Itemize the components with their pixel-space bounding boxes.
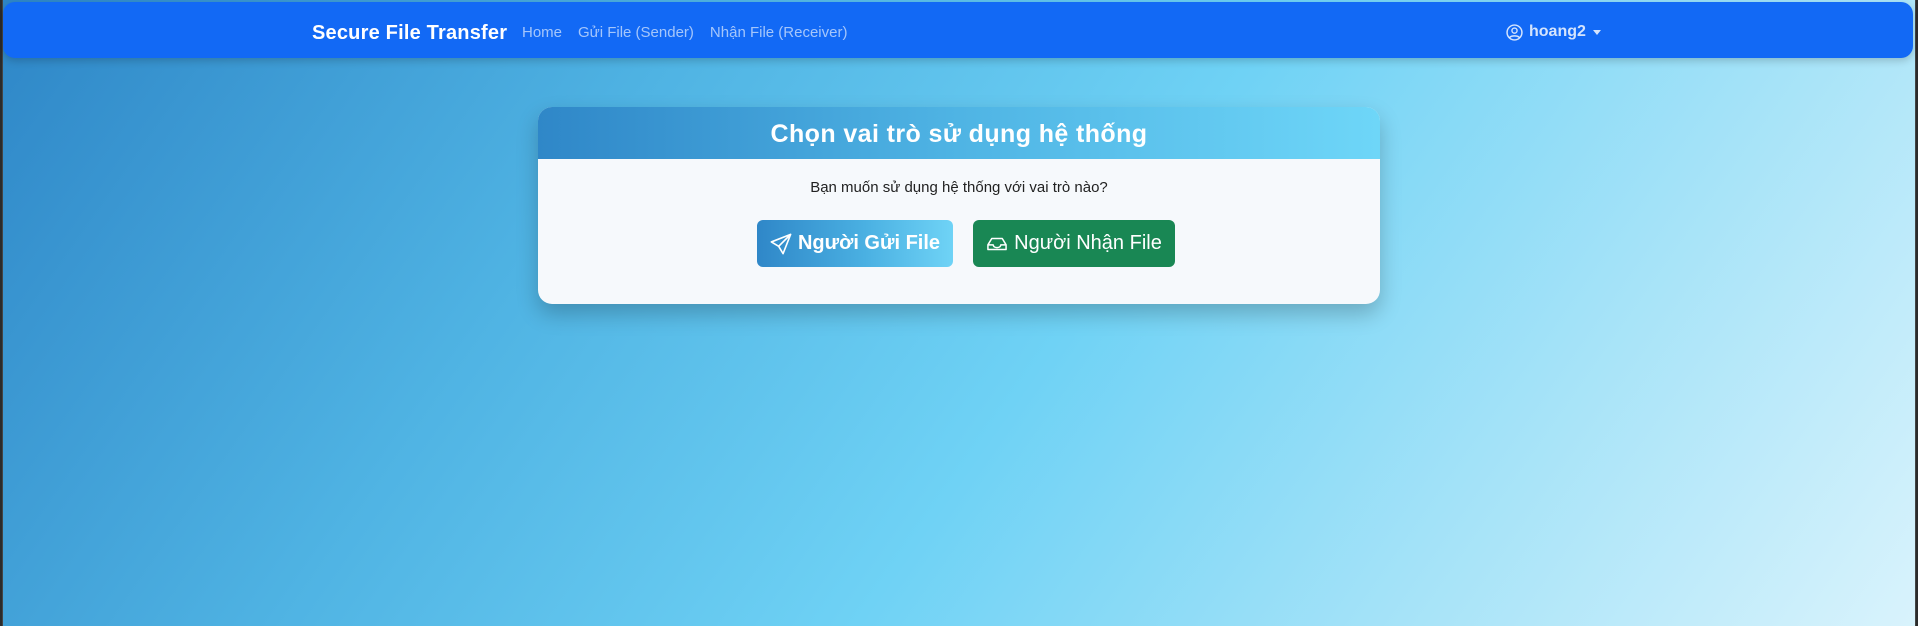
top-navbar: Secure File Transfer Home Gửi File (Send…	[3, 2, 1913, 58]
send-icon	[770, 233, 792, 255]
sender-role-label: Người Gửi File	[797, 232, 941, 254]
role-selection-card: Chọn vai trò sử dụng hệ thống Bạn muốn s…	[538, 107, 1380, 304]
role-buttons: Người Gửi File Người Nhận File	[538, 220, 1380, 267]
card-title: Chọn vai trò sử dụng hệ thống	[538, 107, 1380, 159]
card-body: Bạn muốn sử dụng hệ thống với vai trò nà…	[538, 179, 1380, 267]
user-name: hoang2	[1529, 23, 1586, 40]
role-prompt: Bạn muốn sử dụng hệ thống với vai trò nà…	[810, 179, 1108, 196]
inbox-icon	[986, 233, 1008, 255]
nav-link-receiver[interactable]: Nhận File (Receiver)	[710, 24, 848, 41]
sender-role-button[interactable]: Người Gửi File	[757, 220, 953, 267]
nav-link-sender[interactable]: Gửi File (Sender)	[578, 24, 694, 41]
nav-links: Home Gửi File (Sender) Nhận File (Receiv…	[522, 2, 847, 62]
receiver-role-button[interactable]: Người Nhận File	[973, 220, 1175, 267]
user-circle-icon	[1506, 23, 1523, 41]
navbar-brand[interactable]: Secure File Transfer	[312, 2, 507, 62]
chevron-down-icon	[1592, 30, 1601, 35]
page-background	[2, 0, 1916, 626]
user-menu-dropdown[interactable]: hoang2	[1506, 2, 1601, 62]
receiver-role-label: Người Nhận File	[1014, 232, 1162, 254]
nav-link-home[interactable]: Home	[522, 24, 562, 41]
